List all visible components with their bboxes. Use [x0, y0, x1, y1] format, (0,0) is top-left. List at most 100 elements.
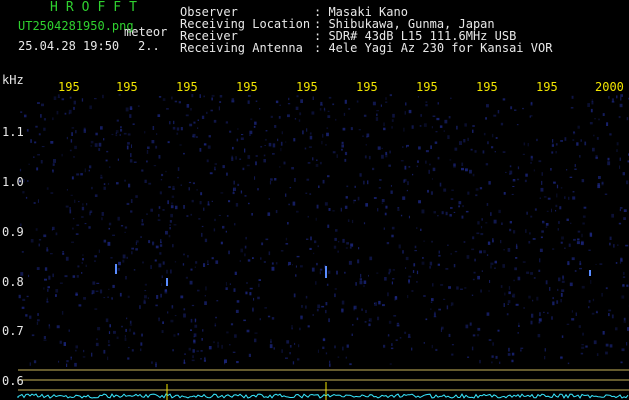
noise-dot: [26, 295, 29, 298]
noise-dot: [543, 196, 547, 198]
noise-dot: [531, 313, 534, 318]
y-tick: 1.0: [2, 175, 24, 189]
noise-dot: [240, 190, 242, 193]
noise-dot: [488, 339, 492, 341]
noise-dot: [247, 259, 251, 262]
noise-dot: [385, 97, 387, 100]
noise-dot: [417, 96, 419, 98]
noise-dot: [200, 350, 203, 352]
noise-dot: [103, 186, 106, 190]
noise-dot: [184, 353, 186, 355]
noise-dot: [467, 356, 470, 358]
noise-dot: [319, 161, 322, 165]
noise-dot: [349, 363, 352, 366]
noise-dot: [325, 302, 328, 306]
app-brand: HROFFT: [50, 0, 145, 15]
noise-dot: [167, 311, 169, 314]
noise-dot: [560, 241, 563, 244]
noise-dot: [231, 98, 235, 100]
noise-dot: [140, 236, 142, 238]
noise-dot: [84, 168, 86, 173]
noise-dot: [103, 138, 105, 141]
noise-dot: [81, 272, 83, 274]
noise-dot: [438, 308, 441, 311]
noise-dot: [150, 208, 153, 212]
noise-dot: [65, 256, 69, 261]
noise-dot: [295, 274, 297, 277]
noise-dot: [530, 157, 534, 161]
noise-dot: [38, 243, 40, 247]
noise-dot: [349, 247, 352, 249]
noise-dot: [162, 98, 166, 101]
noise-dot: [81, 216, 84, 218]
noise-dot: [176, 132, 179, 135]
noise-dot: [547, 312, 549, 314]
noise-dot: [374, 303, 376, 304]
noise-dot: [363, 114, 367, 117]
noise-dot: [101, 217, 103, 221]
noise-dot: [190, 108, 192, 111]
signal-strength-trace: [17, 382, 629, 400]
noise-dot: [63, 342, 66, 346]
noise-dot: [158, 96, 162, 98]
noise-dot: [278, 116, 281, 119]
noise-dot: [450, 253, 452, 255]
page-indicator: 2..: [138, 39, 160, 53]
noise-dot: [258, 279, 261, 281]
noise-dot: [391, 234, 394, 238]
noise-dot: [400, 160, 404, 162]
noise-dot: [254, 176, 256, 180]
noise-dot: [249, 292, 252, 296]
x-tick: 195: [536, 80, 558, 94]
noise-dot: [368, 155, 371, 160]
noise-dot: [90, 140, 94, 144]
noise-dot: [436, 117, 440, 121]
noise-dot: [98, 148, 101, 151]
noise-dot: [377, 208, 379, 212]
noise-dot: [151, 361, 153, 364]
noise-dot: [66, 360, 69, 363]
noise-dot: [66, 136, 68, 140]
noise-dot: [194, 266, 196, 268]
noise-dot: [73, 156, 75, 158]
noise-dot: [365, 203, 368, 207]
noise-dot: [544, 356, 546, 360]
noise-dot: [525, 173, 528, 177]
noise-dot: [430, 191, 433, 195]
noise-dot: [55, 232, 58, 236]
noise-dot: [423, 123, 427, 127]
noise-dot: [128, 183, 131, 188]
x-tick: 195: [236, 80, 258, 94]
noise-dot: [392, 278, 395, 280]
noise-dot: [144, 295, 147, 299]
noise-dot: [156, 295, 159, 299]
noise-dot: [499, 361, 501, 364]
noise-dot: [493, 114, 497, 117]
noise-dot: [333, 245, 337, 249]
noise-dot: [146, 150, 149, 154]
noise-dot: [228, 200, 231, 203]
noise-dot: [173, 120, 175, 125]
noise-dot: [510, 106, 513, 110]
noise-dot: [577, 238, 580, 241]
noise-dot: [571, 318, 575, 321]
noise-dot: [423, 342, 425, 344]
noise-dot: [264, 145, 266, 146]
noise-dot: [267, 212, 271, 216]
noise-dot: [332, 151, 336, 154]
noise-dot: [251, 213, 253, 216]
noise-dot: [129, 320, 132, 324]
noise-dot: [472, 334, 476, 337]
noise-dot: [405, 256, 409, 261]
noise-dot: [151, 140, 155, 144]
noise-dot: [571, 310, 573, 313]
noise-dot: [148, 240, 151, 244]
noise-dot: [309, 193, 312, 195]
noise-dot: [369, 256, 373, 261]
noise-dot: [606, 122, 609, 126]
noise-dot: [118, 94, 121, 96]
noise-dot: [448, 116, 451, 119]
noise-dot: [41, 146, 45, 148]
noise-dot: [165, 230, 168, 235]
noise-dot: [530, 102, 533, 106]
